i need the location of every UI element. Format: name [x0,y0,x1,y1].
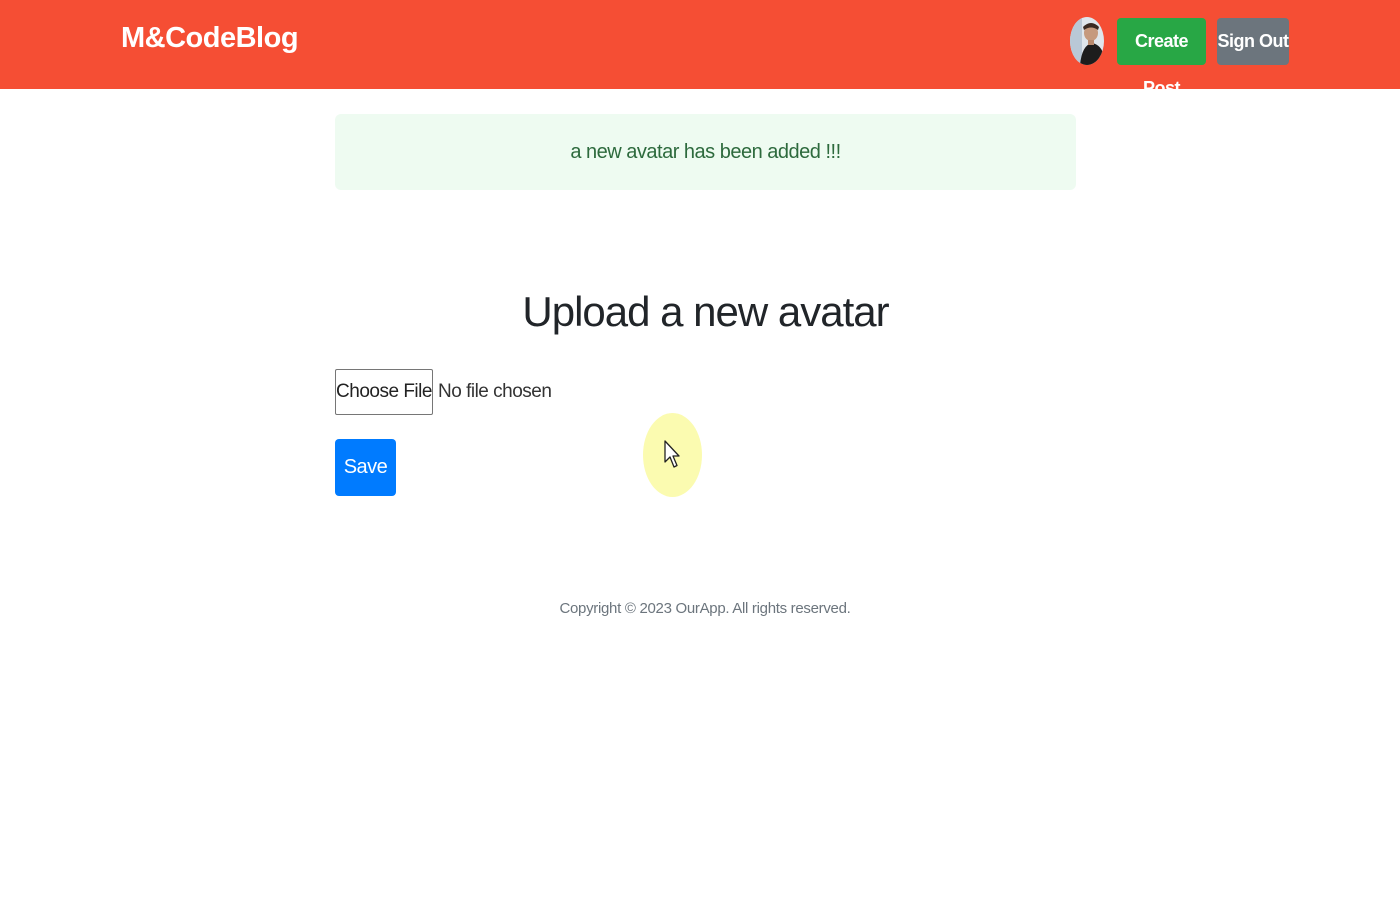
avatar-photo-icon [1070,17,1104,65]
file-status-text: No file chosen [438,381,552,402]
page-title: Upload a new avatar [522,288,889,335]
footer: Copyright © 2023 OurApp. All rights rese… [0,600,1400,617]
success-alert: a new avatar has been added !!! [335,114,1076,190]
mouse-pointer-icon [664,440,680,468]
save-button[interactable]: Save [335,439,396,496]
alert-message: a new avatar has been added !!! [570,141,841,163]
user-avatar[interactable] [1070,17,1104,65]
choose-file-button[interactable]: Choose File [335,369,433,415]
create-post-button[interactable]: Create Post [1117,18,1206,98]
navbar: M&CodeBlog Create Post Sign Out [0,0,1400,98]
copyright-text: Copyright © 2023 OurApp. All rights rese… [559,600,851,617]
brand-logo[interactable]: M&CodeBlog [121,22,299,55]
sign-out-button[interactable]: Sign Out [1217,18,1289,65]
